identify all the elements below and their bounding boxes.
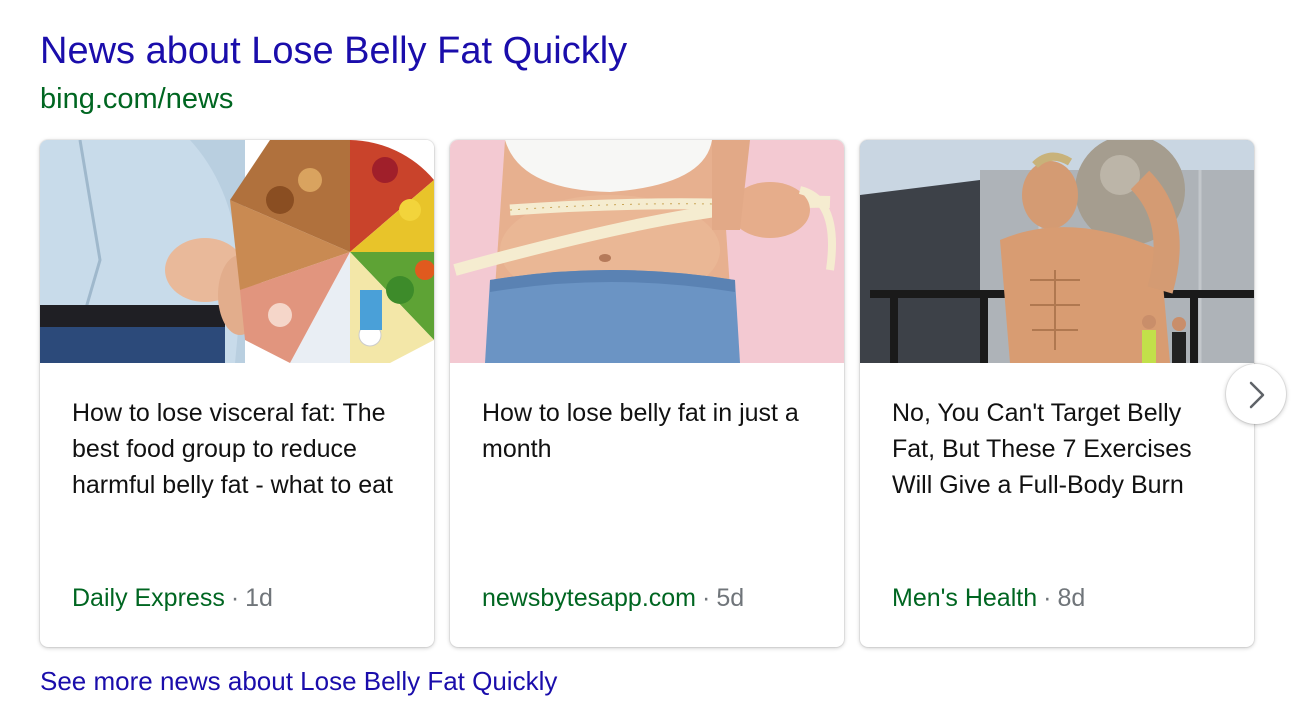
news-card-meta: Men's Health · 8d [892,580,1085,616]
news-card-title[interactable]: How to lose visceral fat: The best food … [72,395,407,503]
news-card-publisher: newsbytesapp.com [482,584,697,612]
news-answer: News about Lose Belly Fat Quickly bing.c… [0,0,1296,714]
news-card-2[interactable]: How to lose belly fat in just a month ne… [450,140,844,647]
news-card-meta: Daily Express · 1d [72,580,273,616]
news-card-title[interactable]: How to lose belly fat in just a month [482,395,817,467]
stone-lift-thumbnail [860,140,1254,363]
belly-food-thumbnail [40,140,434,363]
news-card-1[interactable]: How to lose visceral fat: The best food … [40,140,434,647]
news-card-age: 5d [716,584,745,612]
meta-separator: · [1043,584,1052,612]
news-card-publisher: Daily Express [72,584,225,612]
chevron-right-icon [1249,381,1265,409]
news-card-title[interactable]: No, You Can't Target Belly Fat, But Thes… [892,395,1227,503]
news-card-publisher: Men's Health [892,584,1038,612]
measuring-tape-thumbnail [450,140,844,363]
news-card-meta: newsbytesapp.com · 5d [482,580,744,616]
news-card-age: 1d [245,584,273,612]
news-card-3[interactable]: No, You Can't Target Belly Fat, But Thes… [860,140,1254,647]
news-card-age: 8d [1057,584,1086,612]
carousel-next-button[interactable] [1226,364,1286,424]
news-heading-link[interactable]: News about Lose Belly Fat Quickly [40,27,627,75]
news-source-url: bing.com/news [40,83,234,115]
meta-separator: · [702,584,711,612]
meta-separator: · [230,584,240,612]
see-more-news-link[interactable]: See more news about Lose Belly Fat Quick… [40,664,557,698]
